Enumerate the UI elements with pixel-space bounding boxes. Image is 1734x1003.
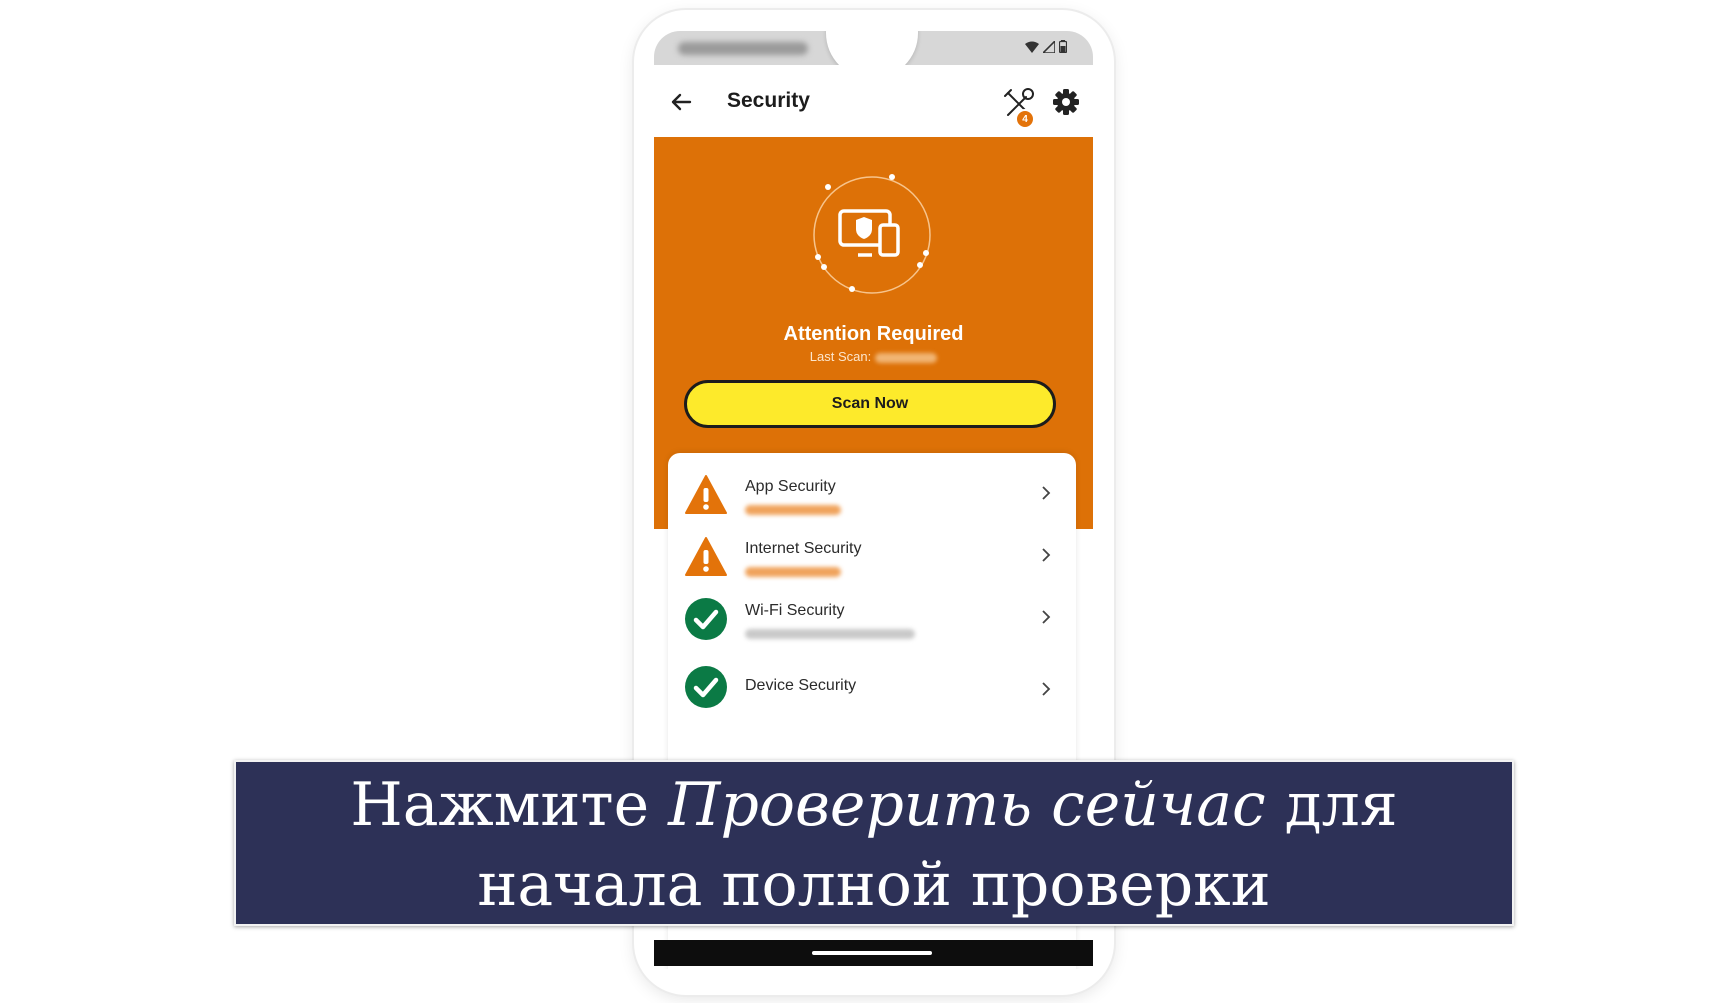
list-item-app-security[interactable]: App Security — [668, 463, 1076, 525]
warning-icon — [685, 475, 727, 514]
chevron-right-icon — [1042, 548, 1051, 562]
list-item-label: Internet Security — [745, 540, 862, 557]
battery-icon — [1059, 40, 1067, 53]
back-arrow-icon[interactable] — [668, 89, 694, 115]
caption-text-emphasis: Проверить сейчас — [668, 770, 1266, 840]
device-shield-icon — [813, 174, 931, 294]
last-scan-time-blurred — [875, 352, 938, 363]
list-item-label: Device Security — [745, 677, 857, 694]
chevron-right-icon — [1042, 682, 1051, 696]
tools-count-badge: 4 — [1015, 109, 1035, 129]
list-item-wifi-security[interactable]: Wi-Fi Security — [668, 587, 1076, 649]
home-indicator[interactable] — [812, 951, 932, 955]
home-bar — [654, 940, 1093, 966]
page-title: Security — [727, 89, 810, 112]
last-scan: Last Scan: — [654, 349, 1093, 364]
list-item-status-blurred — [745, 567, 841, 577]
app-bar: Security 4 — [654, 65, 1093, 137]
list-item-status-blurred — [745, 629, 915, 639]
wifi-icon — [1025, 41, 1039, 53]
caption-text-before: Нажмите — [350, 770, 669, 840]
list-item-device-security[interactable]: Device Security — [668, 649, 1076, 711]
chevron-right-icon — [1042, 486, 1051, 500]
warning-icon — [685, 537, 727, 576]
gear-icon[interactable] — [1052, 88, 1080, 116]
scan-now-button[interactable]: Scan Now — [684, 380, 1056, 428]
list-item-label: Wi-Fi Security — [745, 602, 845, 619]
list-item-label: App Security — [745, 478, 836, 495]
status-title: Attention Required — [783, 323, 964, 345]
list-item-internet-security[interactable]: Internet Security — [668, 525, 1076, 587]
status-bar-blurred-info — [678, 42, 808, 55]
check-circle-icon — [685, 666, 727, 708]
caption-banner: Нажмите Проверить сейчас для начала полн… — [234, 760, 1514, 926]
signal-icon — [1043, 40, 1055, 53]
list-item-status-blurred — [745, 505, 841, 515]
last-scan-label: Last Scan: — [809, 349, 872, 364]
check-circle-icon — [685, 598, 727, 640]
status-icons — [1025, 40, 1067, 53]
chevron-right-icon — [1042, 610, 1051, 624]
